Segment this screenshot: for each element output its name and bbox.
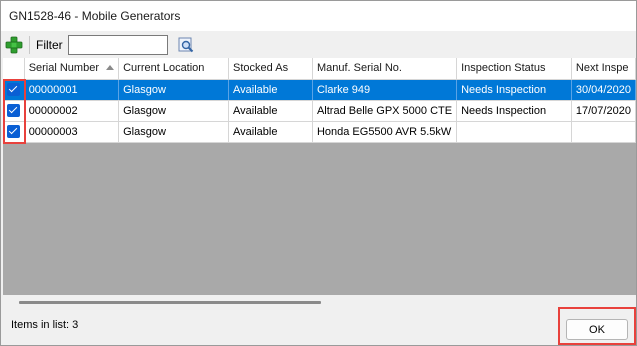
mobile-generators-dialog: GN1528-46 - Mobile Generators Filter Ser… (0, 0, 637, 346)
toolbar-divider (29, 35, 30, 54)
column-header-manuf-serial-no[interactable]: Manuf. Serial No. (312, 58, 458, 80)
column-header-inspection-status[interactable]: Inspection Status (456, 58, 572, 80)
items-count-label: Items in list: 3 (11, 319, 79, 331)
filter-label: Filter (36, 37, 63, 52)
column-header-label: Serial Number (28, 62, 99, 75)
cell-current-location[interactable]: Glasgow (118, 100, 230, 122)
cell-serial-number[interactable]: 00000001 (24, 79, 120, 101)
cell-stocked-as[interactable]: Available (228, 100, 313, 122)
table-row[interactable]: 00000003 Glasgow Available Honda EG5500 … (3, 121, 636, 143)
horizontal-scrollbar[interactable] (19, 301, 321, 304)
search-magnifier-icon[interactable] (178, 37, 194, 53)
cell-next-inspection[interactable]: 30/04/2020 (571, 79, 636, 101)
checkbox-checked-icon[interactable] (6, 104, 20, 117)
ok-highlight-annotation: OK (558, 307, 636, 345)
window-title: GN1528-46 - Mobile Generators (1, 1, 636, 31)
cell-next-inspection[interactable] (571, 121, 636, 143)
cell-serial-number[interactable]: 00000003 (24, 121, 120, 143)
row-checkbox[interactable] (3, 121, 25, 143)
cell-manuf-serial-no[interactable]: Honda EG5500 AVR 5.5kW (312, 121, 458, 143)
column-header-next-inspection[interactable]: Next Inspe (571, 58, 636, 80)
checkbox-checked-icon[interactable] (6, 83, 20, 96)
cell-serial-number[interactable]: 00000002 (24, 100, 120, 122)
cell-current-location[interactable]: Glasgow (118, 121, 230, 143)
header-row: Serial Number Current Location Stocked A… (3, 58, 636, 80)
ok-button[interactable]: OK (566, 319, 628, 340)
column-header-stocked-as[interactable]: Stocked As (228, 58, 313, 80)
cell-stocked-as[interactable]: Available (228, 79, 313, 101)
cell-inspection-status[interactable]: Needs Inspection (456, 79, 572, 101)
cell-manuf-serial-no[interactable]: Altrad Belle GPX 5000 CTE (312, 100, 458, 122)
column-header-serial-number[interactable]: Serial Number (24, 58, 120, 80)
column-header-current-location[interactable]: Current Location (118, 58, 230, 80)
row-checkbox[interactable] (3, 100, 25, 122)
cell-stocked-as[interactable]: Available (228, 121, 313, 143)
table-row[interactable]: 00000001 Glasgow Available Clarke 949 Ne… (3, 79, 636, 101)
filter-input[interactable] (67, 34, 168, 55)
generators-table: Serial Number Current Location Stocked A… (3, 58, 636, 143)
add-plus-icon[interactable] (5, 36, 23, 54)
cell-inspection-status[interactable] (456, 121, 572, 143)
cell-current-location[interactable]: Glasgow (118, 79, 230, 101)
checkbox-checked-icon[interactable] (6, 125, 20, 138)
select-all-header[interactable] (3, 58, 25, 80)
toolbar: Filter (1, 31, 636, 58)
cell-inspection-status[interactable]: Needs Inspection (456, 100, 572, 122)
generators-grid: Serial Number Current Location Stocked A… (3, 58, 636, 295)
table-row[interactable]: 00000002 Glasgow Available Altrad Belle … (3, 100, 636, 122)
cell-manuf-serial-no[interactable]: Clarke 949 (312, 79, 458, 101)
row-checkbox[interactable] (3, 79, 25, 101)
sort-ascending-icon (106, 65, 115, 70)
cell-next-inspection[interactable]: 17/07/2020 (571, 100, 636, 122)
